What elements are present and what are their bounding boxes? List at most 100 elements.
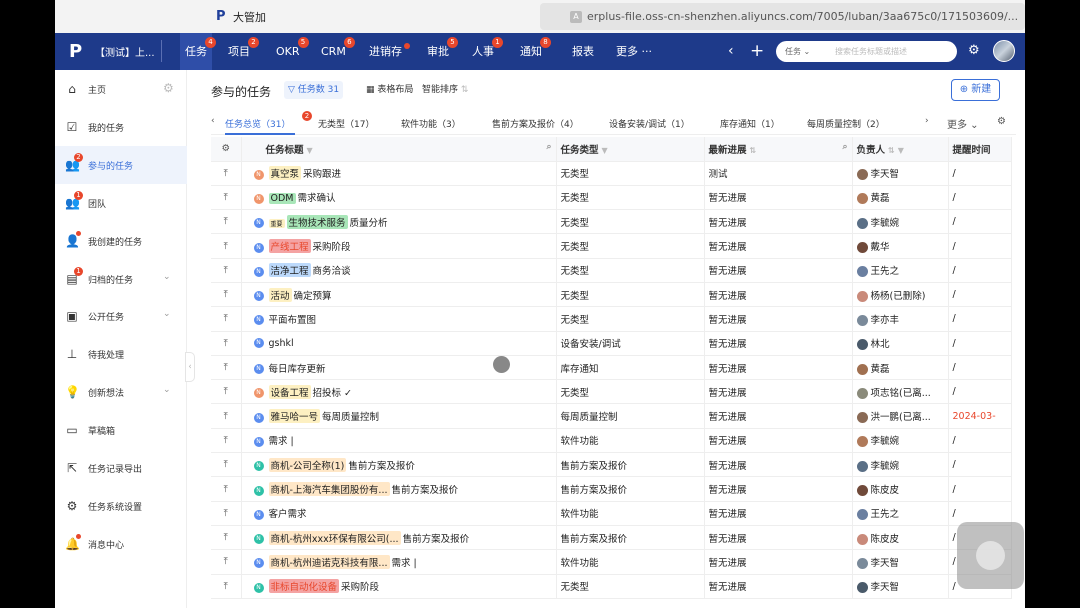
task-owner-cell[interactable]: 王先之 — [852, 258, 949, 283]
settings-gear-icon[interactable]: ⚙ — [968, 42, 980, 60]
nav-item-2[interactable]: OKR 5 — [271, 33, 309, 70]
sidebar-item-1[interactable]: ☑ 我的任务 — [55, 108, 187, 146]
pin-top-icon[interactable]: ⤒ — [211, 209, 242, 235]
pin-top-icon[interactable]: ⤒ — [211, 282, 242, 308]
task-owner-cell[interactable]: 洪一鹏(已离... — [852, 403, 949, 429]
tabs-next-icon[interactable]: › — [925, 116, 929, 126]
home-settings-icon[interactable]: ⚙ — [163, 81, 174, 95]
sidebar-item-3[interactable]: 👥 团队 1 — [55, 184, 187, 222]
task-title-cell[interactable]: N ODM 需求确认 — [241, 185, 557, 211]
table-row[interactable]: ⤒ N 商机-公司全称(1) 售前方案及报价 售前方案及报价 暂无进展 李毓婉 / — [211, 452, 1012, 478]
pin-top-icon[interactable]: ⤒ — [211, 403, 242, 429]
task-title-cell[interactable]: N 商机-上海汽车集团股份有... 售前方案及报价 — [241, 476, 557, 502]
table-row[interactable]: ⤒ N 非标自动化设备 采购阶段 无类型 暂无进展 李天智 / — [211, 574, 1012, 599]
nav-item-7[interactable]: 通知 8 — [515, 33, 551, 70]
nav-item-5[interactable]: 审批 5 — [422, 33, 458, 70]
col-type[interactable]: 任务类型 ▼ — [556, 137, 705, 162]
chevron-down-icon[interactable]: ⌄ — [163, 309, 171, 319]
nav-item-9[interactable]: 更多 ··· — [611, 33, 657, 70]
tab-1[interactable]: 无类型（17） — [318, 117, 374, 130]
sidebar-item-9[interactable]: ▭ 草稿箱 — [55, 411, 187, 449]
nav-item-6[interactable]: 人事 1 — [467, 33, 503, 70]
task-owner-cell[interactable]: 林北 — [852, 331, 949, 356]
task-title-cell[interactable]: N 商机-杭州迪诺克科技有限... 需求 | — [241, 549, 557, 575]
table-row[interactable]: ⤒ N 重要 生物技术服务 质量分析 无类型 暂无进展 李毓婉 / — [211, 209, 1012, 235]
task-owner-cell[interactable]: 李天智 — [852, 161, 949, 186]
tab-4[interactable]: 设备安装/调试（1） — [609, 117, 690, 130]
task-owner-cell[interactable]: 王先之 — [852, 501, 949, 526]
col-owner[interactable]: 负责人 ⇅ ▼ — [852, 137, 949, 162]
task-count-filter[interactable]: ▽ 任务数 31 — [284, 81, 344, 99]
task-owner-cell[interactable]: 李亦丰 — [852, 306, 949, 332]
task-title-cell[interactable]: N 重要 生物技术服务 质量分析 — [241, 209, 557, 235]
sidebar-item-12[interactable]: 🔔 消息中心 — [55, 525, 187, 563]
table-row[interactable]: ⤒ N ODM 需求确认 无类型 暂无进展 黄磊 / — [211, 185, 1012, 211]
pin-top-icon[interactable]: ⤒ — [211, 161, 242, 186]
task-owner-cell[interactable]: 陈皮皮 — [852, 525, 949, 551]
col-progress[interactable]: 最新进展 ⇅ ⌕ — [704, 137, 853, 162]
pin-top-icon[interactable]: ⤒ — [211, 258, 242, 283]
pin-top-icon[interactable]: ⤒ — [211, 549, 242, 575]
search-input[interactable]: 搜索任务标题或描述 — [835, 46, 907, 57]
tabs-more-button[interactable]: 更多 ⌄ — [947, 116, 979, 131]
back-icon[interactable]: ‹ — [728, 42, 734, 60]
task-owner-cell[interactable]: 李毓婉 — [852, 452, 949, 478]
search-scope-select[interactable]: 任务 ⌄ — [785, 46, 810, 57]
col-search-icon[interactable]: ⌕ — [842, 142, 847, 152]
task-owner-cell[interactable]: 李天智 — [852, 574, 949, 599]
col-remind[interactable]: 提醒时间 — [948, 137, 1012, 162]
table-row[interactable]: ⤒ N 真空泵 采购跟进 无类型 测试 李天智 / — [211, 161, 1012, 186]
task-title-cell[interactable]: N 活动 确定预算 — [241, 282, 557, 308]
task-owner-cell[interactable]: 陈皮皮 — [852, 476, 949, 502]
tab-6[interactable]: 每周质量控制（2） — [807, 117, 885, 130]
col-sort-icon[interactable]: ⇅ — [750, 146, 757, 155]
table-row[interactable]: ⤒ N 客户需求 软件功能 暂无进展 王先之 / — [211, 501, 1012, 526]
sidebar-item-6[interactable]: ▣ 公开任务 ⌄ — [55, 297, 187, 335]
task-title-cell[interactable]: N 需求 | — [241, 428, 557, 454]
col-title[interactable]: 任务标题 ▼ ⌕ — [241, 137, 557, 162]
task-title-cell[interactable]: N 洁净工程 商务洽谈 — [241, 258, 557, 283]
table-row[interactable]: ⤒ N 需求 | 软件功能 暂无进展 李毓婉 / — [211, 428, 1012, 454]
table-row[interactable]: ⤒ N 商机-上海汽车集团股份有... 售前方案及报价 售前方案及报价 暂无进展 陈皮皮 / — [211, 476, 1012, 502]
col-filter-icon[interactable]: ▼ — [307, 146, 313, 155]
sidebar-item-8[interactable]: 💡 创新想法 ⌄ — [55, 373, 187, 411]
column-settings-icon[interactable]: ⚙ — [211, 137, 242, 162]
pin-top-icon[interactable]: ⤒ — [211, 574, 242, 599]
table-row[interactable]: ⤒ N 商机-杭州xxx环保有限公司(... 售前方案及报价 售前方案及报价 暂无进展 陈皮… — [211, 525, 1012, 551]
table-row[interactable]: ⤒ N 雅马哈一号 每周质量控制 每周质量控制 暂无进展 洪一鹏(已离... 2024-03- — [211, 403, 1012, 429]
tab-5[interactable]: 库存通知（1） — [720, 117, 780, 130]
pin-top-icon[interactable]: ⤒ — [211, 331, 242, 356]
add-icon[interactable]: + — [750, 42, 764, 60]
table-row[interactable]: ⤒ N 商机-杭州迪诺克科技有限... 需求 | 软件功能 暂无进展 李天智 / — [211, 549, 1012, 575]
tab-2[interactable]: 软件功能（3） — [401, 117, 461, 130]
nav-item-0[interactable]: 任务 4 — [180, 33, 216, 70]
task-title-cell[interactable]: Ngshkl — [241, 331, 557, 356]
sidebar-item-0[interactable]: ⌂ 主页 ⚙ — [55, 70, 187, 108]
pin-top-icon[interactable]: ⤒ — [211, 476, 242, 502]
pin-top-icon[interactable]: ⤒ — [211, 233, 242, 259]
nav-item-4[interactable]: 进销存 — [364, 33, 410, 70]
task-title-cell[interactable]: N 平面布置图 — [241, 306, 557, 332]
table-row[interactable]: ⤒ Ngshkl 设备安装/调试 暂无进展 林北 / — [211, 331, 1012, 356]
nav-item-3[interactable]: CRM 6 — [316, 33, 355, 70]
table-row[interactable]: ⤒ N 设备工程 招投标 ✓ 无类型 暂无进展 项志铭(已离... / — [211, 379, 1012, 405]
table-row[interactable]: ⤒ N 每日库存更新 库存通知 暂无进展 黄磊 / — [211, 355, 1012, 381]
sidebar-item-5[interactable]: ▤ 归档的任务 1 ⌄ — [55, 260, 187, 298]
pin-top-icon[interactable]: ⤒ — [211, 185, 242, 211]
pin-top-icon[interactable]: ⤒ — [211, 525, 242, 551]
task-title-cell[interactable]: N 客户需求 — [241, 501, 557, 526]
tabs-prev-icon[interactable]: ‹ — [211, 116, 215, 126]
pin-top-icon[interactable]: ⤒ — [211, 452, 242, 478]
floating-assistive-button[interactable] — [957, 522, 1024, 589]
new-task-button[interactable]: ⊕ 新建 — [951, 79, 1000, 101]
task-title-cell[interactable]: N 非标自动化设备 采购阶段 — [241, 574, 557, 599]
chevron-down-icon[interactable]: ⌄ — [163, 272, 171, 282]
task-title-cell[interactable]: N 雅马哈一号 每周质量控制 — [241, 403, 557, 429]
pin-top-icon[interactable]: ⤒ — [211, 355, 242, 381]
col-sort-icon[interactable]: ⇅ — [888, 146, 895, 155]
sidebar-item-4[interactable]: 👤 我创建的任务 — [55, 222, 187, 260]
table-row[interactable]: ⤒ N 平面布置图 无类型 暂无进展 李亦丰 / — [211, 306, 1012, 332]
task-title-cell[interactable]: N 商机-公司全称(1) 售前方案及报价 — [241, 452, 557, 478]
task-title-cell[interactable]: N 真空泵 采购跟进 — [241, 161, 557, 186]
col-search-icon[interactable]: ⌕ — [546, 142, 551, 152]
